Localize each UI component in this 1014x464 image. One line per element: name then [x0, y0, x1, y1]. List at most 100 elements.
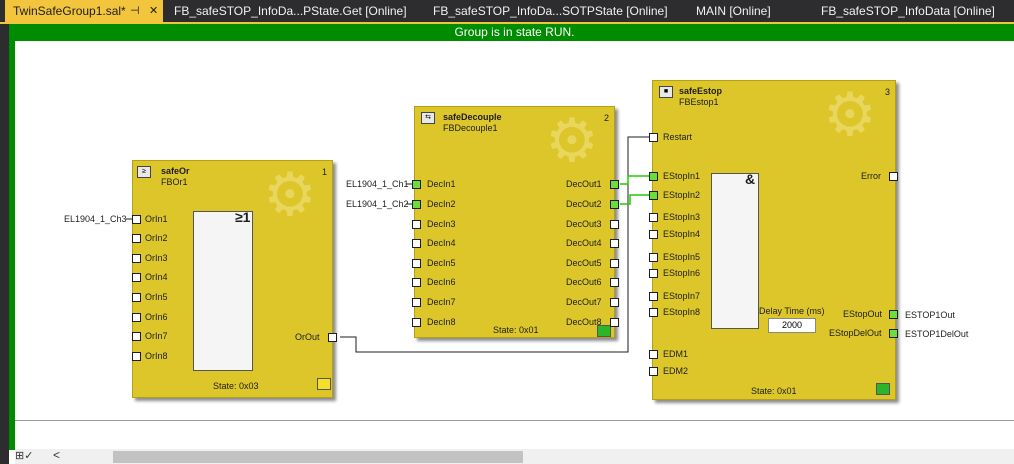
block-number: 3: [885, 87, 891, 97]
pin-label-decout2: DecOut2: [566, 199, 602, 209]
block-state: State: 0x01: [493, 325, 539, 335]
input-pin-orin5[interactable]: [132, 293, 141, 302]
external-input-label: EL1904_1_Ch2: [346, 199, 409, 209]
pin-label-decout4: DecOut4: [566, 238, 602, 248]
output-pin-decout1[interactable]: [610, 180, 619, 189]
gear-watermark-icon: ⚙: [545, 107, 599, 174]
gear-watermark-icon: ⚙: [263, 161, 317, 228]
block-state: State: 0x03: [213, 381, 259, 391]
active-wire: [620, 175, 649, 185]
output-pin-decout3[interactable]: [610, 220, 619, 229]
scrollbar-thumb[interactable]: [113, 451, 523, 463]
pin-label-decin2: DecIn2: [427, 199, 456, 209]
pin-label-decout8: DecOut8: [566, 317, 602, 327]
pin-label-decout3: DecOut3: [566, 219, 602, 229]
pin-label-estopin5: EStopIn5: [663, 252, 701, 262]
scroll-left-arrow-icon[interactable]: <: [53, 448, 60, 462]
input-pin-estopin3[interactable]: [649, 213, 658, 222]
output-pin-error[interactable]: [889, 172, 898, 181]
pin-label-orin3: OrIn3: [145, 253, 168, 263]
output-pin-decout7[interactable]: [610, 298, 619, 307]
input-pin-estopin4[interactable]: [649, 230, 658, 239]
input-pin-estopin8[interactable]: [649, 308, 658, 317]
pin-label-estopin8: EStopIn8: [663, 307, 701, 317]
pin-label-edm1: EDM1: [663, 349, 689, 359]
pin-label-orin6: OrIn6: [145, 312, 168, 322]
pin-label-decout7: DecOut7: [566, 297, 602, 307]
pin-label-edm2: EDM2: [663, 366, 689, 376]
input-pin-orin1[interactable]: [132, 215, 141, 224]
input-pin-orin4[interactable]: [132, 273, 141, 282]
pin-label-estopin3: EStopIn3: [663, 212, 701, 222]
input-pin-edm2[interactable]: [649, 367, 658, 376]
pin-label-decout5: DecOut5: [566, 258, 602, 268]
editor-separator: [15, 420, 1014, 421]
pin-label-restart: Restart: [663, 132, 693, 142]
output-pin-decout8[interactable]: [610, 318, 619, 327]
delay-time-field[interactable]: 2000: [768, 318, 816, 333]
output-pin-decout6[interactable]: [610, 278, 619, 287]
input-pin-orin6[interactable]: [132, 313, 141, 322]
pin-label-decin1: DecIn1: [427, 179, 456, 189]
network-icon[interactable]: ⊞✓: [15, 449, 33, 462]
block-number: 2: [604, 113, 610, 123]
input-pin-edm1[interactable]: [649, 350, 658, 359]
input-pin-orin7[interactable]: [132, 332, 141, 341]
state-indicator: [317, 378, 331, 390]
input-pin-decin4[interactable]: [412, 239, 421, 248]
input-pin-restart[interactable]: [649, 133, 658, 142]
external-input-label: EL1904_1_Ch3: [64, 214, 127, 224]
pin-label-orin2: OrIn2: [145, 233, 168, 243]
input-pin-decin5[interactable]: [412, 259, 421, 268]
input-pin-estopin5[interactable]: [649, 253, 658, 262]
output-pin-estopout[interactable]: [889, 310, 898, 319]
input-pin-estopin7[interactable]: [649, 292, 658, 301]
pin-label-orin8: OrIn8: [145, 351, 168, 361]
block-name: FBEstop1: [679, 97, 719, 107]
function-block-icon: ■: [659, 86, 673, 98]
pin-label-decin6: DecIn6: [427, 277, 456, 287]
function-block-icon: ⇆: [421, 112, 435, 124]
pin-label-estopin2: EStopIn2: [663, 190, 701, 200]
output-pin-decout2[interactable]: [610, 200, 619, 209]
input-pin-decin3[interactable]: [412, 220, 421, 229]
pin-label-orin1: OrIn1: [145, 214, 168, 224]
and-symbol: &: [745, 171, 756, 187]
block-type: safeOr: [161, 166, 190, 176]
external-output-label: ESTOP1DelOut: [905, 329, 969, 339]
output-pin-decout4[interactable]: [610, 239, 619, 248]
input-pin-decin8[interactable]: [412, 318, 421, 327]
or-symbol: ≥1: [235, 209, 251, 225]
block-state: State: 0x01: [751, 386, 797, 396]
input-pin-orin2[interactable]: [132, 234, 141, 243]
output-pin-decout5[interactable]: [610, 259, 619, 268]
external-output-label: ESTOP1Out: [905, 310, 955, 320]
input-pin-estopin1[interactable]: [649, 172, 658, 181]
pin-label-orin7: OrIn7: [145, 331, 168, 341]
input-pin-orin3[interactable]: [132, 254, 141, 263]
input-pin-decin1[interactable]: [412, 180, 421, 189]
input-pin-estopin2[interactable]: [649, 191, 658, 200]
output-pin-estopdelout[interactable]: [889, 329, 898, 338]
pin-label-decin7: DecIn7: [427, 297, 456, 307]
pin-label-estopdelout: EStopDelOut: [829, 328, 882, 338]
pin-label-orin5: OrIn5: [145, 292, 168, 302]
pin-label-decout6: DecOut6: [566, 277, 602, 287]
input-pin-orin8[interactable]: [132, 352, 141, 361]
input-pin-decin2[interactable]: [412, 200, 421, 209]
output-pin-orout[interactable]: [328, 333, 337, 342]
safeestop-block[interactable]: ⚙ ■ safeEstop FBEstop1 3 & Delay Time (m…: [652, 80, 896, 400]
function-block-icon: ≥: [137, 166, 151, 178]
pin-label-estopin4: EStopIn4: [663, 229, 701, 239]
pin-label-decin8: DecIn8: [427, 317, 456, 327]
active-wire: [620, 194, 649, 205]
input-pin-estopin6[interactable]: [649, 269, 658, 278]
pin-label-decout1: DecOut1: [566, 179, 602, 189]
input-pin-decin6[interactable]: [412, 278, 421, 287]
pin-label-decin4: DecIn4: [427, 238, 456, 248]
input-pin-decin7[interactable]: [412, 298, 421, 307]
state-indicator: [876, 383, 890, 395]
gear-watermark-icon: ⚙: [823, 81, 877, 148]
pin-label-estopin7: EStopIn7: [663, 291, 701, 301]
and-logic-box: [711, 173, 759, 329]
